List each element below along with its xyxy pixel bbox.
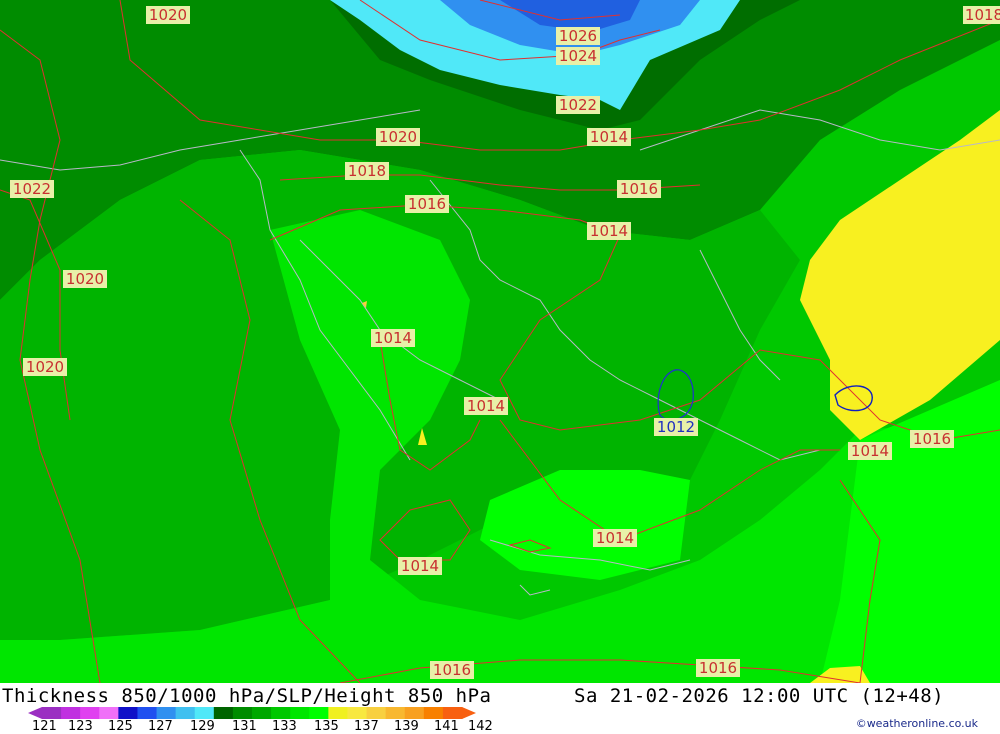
legend-swatch xyxy=(42,707,62,719)
svg-text:1022: 1022 xyxy=(559,96,597,114)
legend-tick-label: 142 xyxy=(468,719,493,734)
svg-text:1016: 1016 xyxy=(699,659,737,677)
map-title: Thickness 850/1000 hPa/SLP/Height 850 hP… xyxy=(2,685,492,707)
svg-text:1024: 1024 xyxy=(559,47,597,65)
svg-text:1022: 1022 xyxy=(13,180,51,198)
isobar-label: 1014 xyxy=(371,329,415,347)
legend-tick-label: 129 xyxy=(190,719,215,734)
legend-swatch xyxy=(366,707,387,719)
legend-swatch xyxy=(137,707,158,719)
legend-swatch xyxy=(271,707,291,719)
credit-link[interactable]: ©weatheronline.co.uk xyxy=(856,717,978,730)
svg-text:1014: 1014 xyxy=(374,329,412,347)
map-footer: Thickness 850/1000 hPa/SLP/Height 850 hP… xyxy=(0,683,1000,734)
isobar-label: 1026 xyxy=(556,27,600,45)
isobar-label: 1016 xyxy=(405,195,449,213)
legend-swatches xyxy=(28,707,476,719)
legend-tick-label: 125 xyxy=(108,719,133,734)
svg-text:1016: 1016 xyxy=(408,195,446,213)
isobar-label: 1020 xyxy=(146,6,190,24)
legend-swatch xyxy=(252,707,272,719)
legend-tick-label: 131 xyxy=(232,719,257,734)
isobar-label: 1016 xyxy=(696,659,740,677)
legend-swatch xyxy=(99,707,119,719)
legend-swatch xyxy=(309,707,329,719)
legend-tick-label: 123 xyxy=(68,719,93,734)
svg-text:1014: 1014 xyxy=(401,557,439,575)
legend-swatch xyxy=(156,707,177,719)
svg-text:1012: 1012 xyxy=(657,418,695,436)
weather-map: 1020 1026 1024 1022 1018 1020 1018 1016 … xyxy=(0,0,1000,683)
legend-swatch xyxy=(80,707,100,719)
svg-text:1014: 1014 xyxy=(467,397,505,415)
legend-tick-label: 127 xyxy=(148,719,173,734)
svg-text:1016: 1016 xyxy=(913,430,951,448)
isobar-label: 1016 xyxy=(430,661,474,679)
svg-text:1014: 1014 xyxy=(590,128,628,146)
isobar-label: 1014 xyxy=(398,557,442,575)
svg-text:1018: 1018 xyxy=(965,6,1000,24)
isobar-label: 1012 xyxy=(654,418,698,436)
svg-text:1026: 1026 xyxy=(559,27,597,45)
isobar-label: 1020 xyxy=(63,270,107,288)
svg-text:1014: 1014 xyxy=(851,442,889,460)
isobar-label: 1014 xyxy=(593,529,637,547)
isobar-label: 1014 xyxy=(587,128,631,146)
legend-swatch xyxy=(385,707,406,719)
isobar-label: 1016 xyxy=(617,180,661,198)
svg-text:1014: 1014 xyxy=(596,529,634,547)
svg-text:1018: 1018 xyxy=(348,162,386,180)
legend-tick-label: 135 xyxy=(314,719,339,734)
isobar-label: 1018 xyxy=(963,6,1000,24)
svg-text:1016: 1016 xyxy=(620,180,658,198)
svg-text:1020: 1020 xyxy=(149,6,187,24)
svg-text:1020: 1020 xyxy=(66,270,104,288)
legend-swatch xyxy=(347,707,368,719)
isobar-label: 1014 xyxy=(464,397,508,415)
map-datetime: Sa 21-02-2026 12:00 UTC (12+48) xyxy=(574,685,945,707)
isobar-label: 1016 xyxy=(910,430,954,448)
legend-swatch xyxy=(118,707,138,719)
svg-text:1020: 1020 xyxy=(26,358,64,376)
isobar-label: 1014 xyxy=(587,222,631,240)
legend-swatch xyxy=(328,707,348,719)
legend-swatch xyxy=(423,707,444,719)
legend-swatch xyxy=(61,707,81,719)
legend-swatch xyxy=(404,707,425,719)
isobar-label: 1024 xyxy=(556,47,600,65)
isobar-label: 1022 xyxy=(556,96,600,114)
legend-swatch xyxy=(442,707,463,719)
isobar-label: 1014 xyxy=(848,442,892,460)
svg-text:1014: 1014 xyxy=(590,222,628,240)
svg-text:1020: 1020 xyxy=(379,128,417,146)
legend-tick-label: 137 xyxy=(354,719,379,734)
legend-swatch xyxy=(232,707,253,719)
legend-swatch xyxy=(175,707,196,719)
svg-text:1016: 1016 xyxy=(433,661,471,679)
legend-tick-label: 141 xyxy=(434,719,459,734)
legend-arrow-right xyxy=(462,707,476,719)
isobar-label: 1022 xyxy=(10,180,54,198)
isobar-label: 1018 xyxy=(345,162,389,180)
legend-arrow-left xyxy=(28,707,42,719)
legend-tick-label: 121 xyxy=(32,719,57,734)
legend-swatch xyxy=(194,707,215,719)
isobar-label: 1020 xyxy=(23,358,67,376)
legend-swatch xyxy=(290,707,310,719)
isobar-label: 1020 xyxy=(376,128,420,146)
legend-swatch xyxy=(213,707,234,719)
legend-tick-label: 139 xyxy=(394,719,419,734)
legend-tick-label: 133 xyxy=(272,719,297,734)
